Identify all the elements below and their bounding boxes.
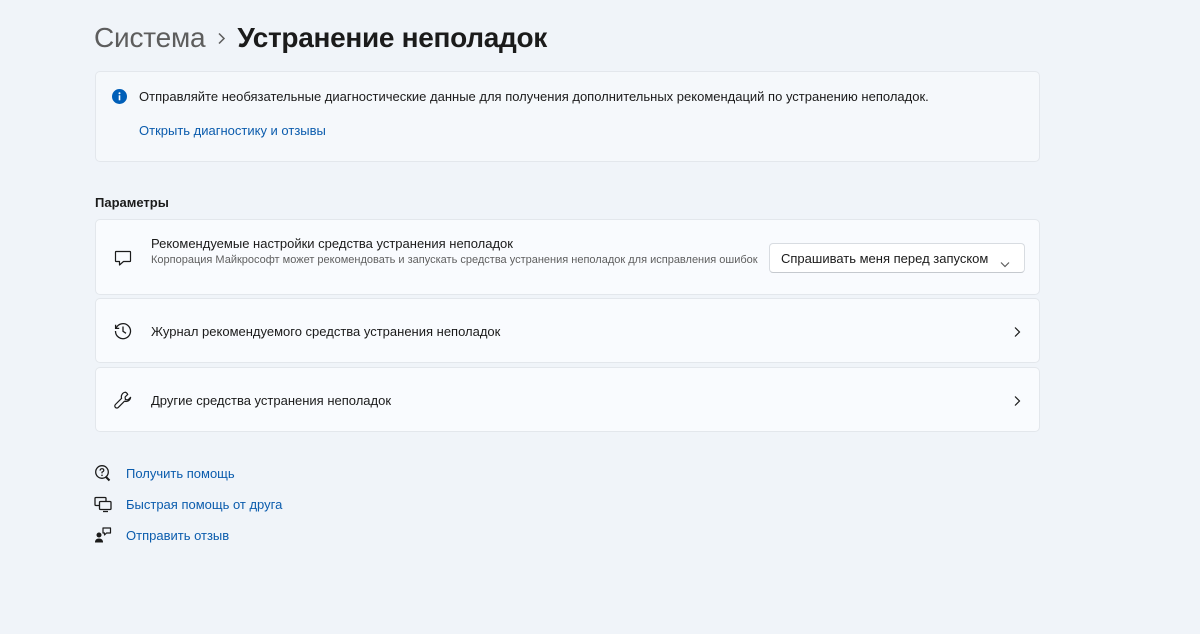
history-title: Журнал рекомендуемого средства устранени…	[151, 324, 501, 339]
other-troubleshooters-title: Другие средства устранения неполадок	[151, 393, 392, 408]
feedback-icon	[94, 526, 112, 544]
dropdown-selected-value: Спрашивать меня перед запуском	[781, 250, 989, 266]
send-feedback-label: Отправить отзыв	[126, 527, 230, 543]
get-help-label: Получить помощь	[126, 465, 235, 481]
chevron-right-icon	[205, 32, 237, 45]
breadcrumb: Система Устранение неполадок	[94, 20, 547, 56]
chevron-right-icon	[1012, 394, 1022, 406]
other-troubleshooters-row[interactable]: Другие средства устранения неполадок	[95, 367, 1040, 432]
recommended-settings-dropdown[interactable]: Спрашивать меня перед запуском	[769, 243, 1025, 273]
get-help-icon	[94, 464, 112, 482]
send-feedback-link[interactable]: Отправить отзыв	[94, 525, 229, 545]
recommended-settings-title: Рекомендуемые настройки средства устране…	[151, 236, 513, 251]
quick-assist-icon	[94, 495, 112, 513]
open-diagnostics-feedback-link[interactable]: Открыть диагностику и отзывы	[139, 123, 326, 138]
recommended-troubleshooter-settings-row: Рекомендуемые настройки средства устране…	[95, 219, 1040, 295]
chat-bubble-icon	[112, 247, 134, 269]
quick-assist-label: Быстрая помощь от друга	[126, 496, 283, 512]
section-heading-parameters: Параметры	[95, 195, 169, 210]
history-icon	[112, 320, 134, 342]
recommended-settings-description: Корпорация Майкрософт может рекомендоват…	[151, 254, 758, 266]
chevron-down-icon	[1000, 255, 1010, 268]
info-bar: Отправляйте необязательные диагностическ…	[95, 71, 1040, 162]
info-icon	[112, 89, 127, 104]
recommended-troubleshooter-history-row[interactable]: Журнал рекомендуемого средства устранени…	[95, 298, 1040, 363]
quick-assist-link[interactable]: Быстрая помощь от друга	[94, 494, 282, 514]
page-title: Устранение неполадок	[237, 22, 548, 53]
breadcrumb-parent-system[interactable]: Система	[94, 22, 206, 54]
wrench-icon	[112, 389, 134, 411]
info-bar-message: Отправляйте необязательные диагностическ…	[139, 89, 929, 104]
chevron-right-icon	[1012, 325, 1022, 337]
get-help-link[interactable]: Получить помощь	[94, 463, 235, 483]
